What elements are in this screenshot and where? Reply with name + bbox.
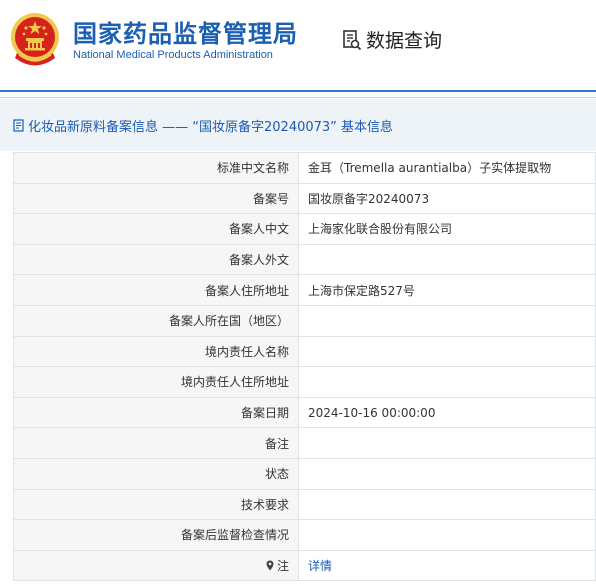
- row-value: 金耳（Tremella aurantialba）子实体提取物: [298, 152, 596, 184]
- row-value: 上海市保定路527号: [298, 274, 596, 306]
- org-name-cn: 国家药品监督管理局: [73, 20, 298, 48]
- note-label-cell: 注: [13, 549, 299, 582]
- table-row: 境内责任人名称: [13, 335, 596, 368]
- panel-title-bar: 化妆品新原料备案信息 —— “国妆原备字20240073” 基本信息: [0, 99, 596, 151]
- note-value-cell: 详情: [298, 549, 596, 582]
- row-label: 备案号: [13, 182, 299, 215]
- table-row: 标准中文名称 金耳（Tremella aurantialba）子实体提取物: [13, 152, 596, 184]
- national-emblem-icon: [11, 13, 59, 66]
- table-row: 备案人所在国（地区）: [13, 304, 596, 337]
- row-value: [298, 427, 596, 459]
- row-value: 2024-10-16 00:00:00: [298, 396, 596, 429]
- row-label: 备案人中文: [13, 213, 299, 245]
- row-label: 备案人所在国（地区）: [13, 304, 299, 337]
- site-header: 国家药品监督管理局 National Medical Products Admi…: [0, 0, 596, 80]
- row-value: [298, 243, 596, 276]
- row-label: 备注: [13, 427, 299, 459]
- row-label: 备案人外文: [13, 243, 299, 276]
- table-row: 备案人外文: [13, 243, 596, 276]
- row-value: [298, 335, 596, 368]
- row-value: 上海家化联合股份有限公司: [298, 213, 596, 245]
- row-label: 备案日期: [13, 396, 299, 429]
- data-query-link[interactable]: 数据查询: [341, 26, 442, 53]
- note-label: 注: [276, 559, 289, 574]
- row-label: 状态: [13, 457, 299, 490]
- table-row: 备案号 国妆原备字20240073: [13, 182, 596, 215]
- table-row: 备案日期 2024-10-16 00:00:00: [13, 396, 596, 429]
- row-value: [298, 304, 596, 337]
- info-table: 标准中文名称 金耳（Tremella aurantialba）子实体提取物 备案…: [13, 152, 596, 582]
- table-row: 状态: [13, 457, 596, 490]
- row-label: 标准中文名称: [13, 152, 299, 184]
- details-link[interactable]: 详情: [308, 559, 332, 573]
- table-row: 备案人中文 上海家化联合股份有限公司: [13, 213, 596, 245]
- row-label: 境内责任人住所地址: [13, 366, 299, 398]
- row-label: 境内责任人名称: [13, 335, 299, 368]
- data-query-label: 数据查询: [366, 30, 443, 52]
- row-label: 备案后监督检查情况: [13, 519, 299, 551]
- row-label: 备案人住所地址: [13, 274, 299, 306]
- panel-title: 化妆品新原料备案信息 —— “国妆原备字20240073” 基本信息: [28, 120, 394, 135]
- pin-icon: [266, 560, 274, 571]
- row-value: [298, 457, 596, 490]
- table-row: 技术要求: [13, 488, 596, 521]
- row-value: 国妆原备字20240073: [298, 182, 596, 215]
- table-row: 备案后监督检查情况: [13, 519, 596, 551]
- org-name-en: National Medical Products Administration: [73, 49, 273, 61]
- row-value: [298, 366, 596, 398]
- row-value: [298, 519, 596, 551]
- table-row: 境内责任人住所地址: [13, 366, 596, 398]
- document-icon: [13, 119, 24, 132]
- row-label: 技术要求: [13, 488, 299, 521]
- row-value: [298, 488, 596, 521]
- header-divider-light: [0, 97, 596, 98]
- table-row: 备注: [13, 427, 596, 459]
- table-row: 备案人住所地址 上海市保定路527号: [13, 274, 596, 306]
- document-search-icon: [343, 29, 362, 50]
- note-row: 注 详情: [13, 549, 596, 582]
- header-divider: [0, 90, 596, 92]
